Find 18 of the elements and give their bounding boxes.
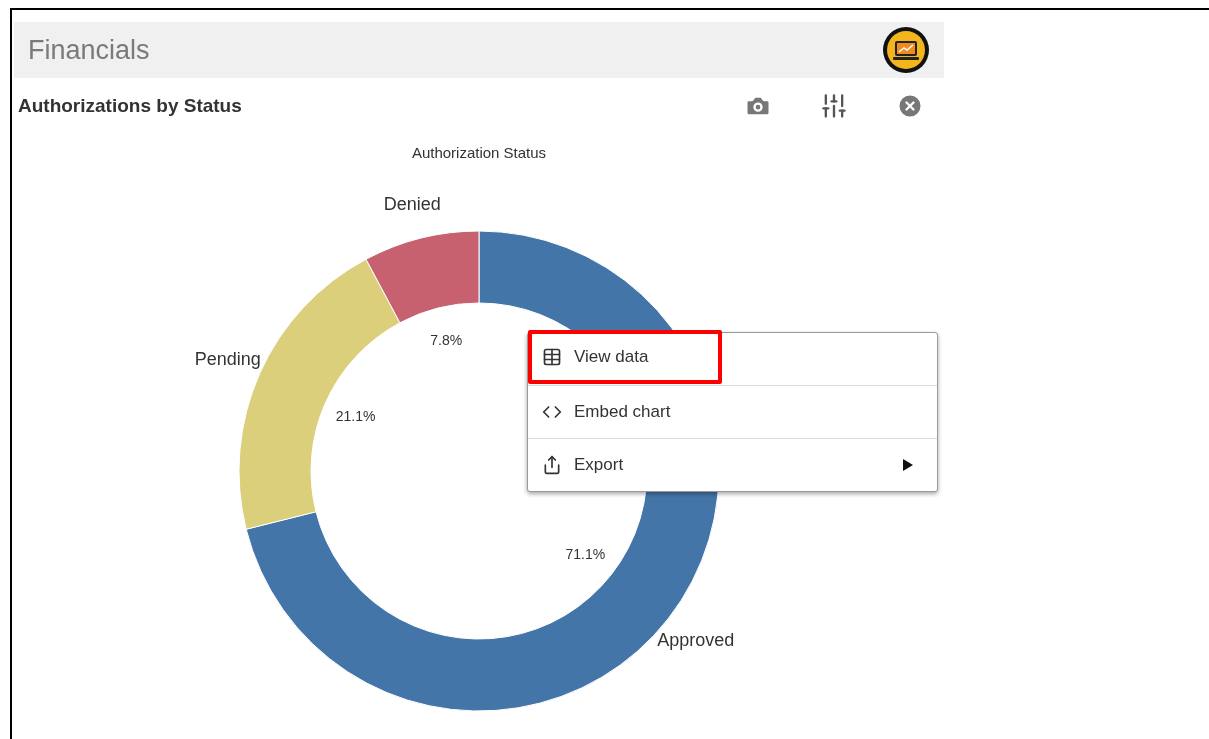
menu-item[interactable]: Embed chart bbox=[528, 386, 937, 438]
value-label: 21.1% bbox=[335, 408, 376, 425]
export-icon bbox=[542, 455, 562, 475]
close-icon[interactable] bbox=[896, 92, 924, 120]
category-label: Denied bbox=[383, 194, 441, 215]
chart-title: Authorization Status bbox=[411, 144, 547, 161]
panel-title: Authorizations by Status bbox=[18, 93, 242, 118]
value-label: 71.1% bbox=[565, 546, 606, 563]
category-label: Pending bbox=[194, 349, 261, 370]
settings-icon[interactable] bbox=[820, 92, 848, 120]
menu-item[interactable]: Export bbox=[528, 439, 937, 491]
menu-item[interactable]: View data bbox=[528, 333, 937, 385]
app-title: Financials bbox=[28, 33, 150, 67]
value-label: 7.8% bbox=[430, 332, 463, 349]
logo-icon bbox=[882, 26, 930, 74]
highlight-frame: View data bbox=[528, 330, 722, 384]
table-icon bbox=[542, 347, 562, 367]
category-label: Approved bbox=[657, 630, 735, 651]
